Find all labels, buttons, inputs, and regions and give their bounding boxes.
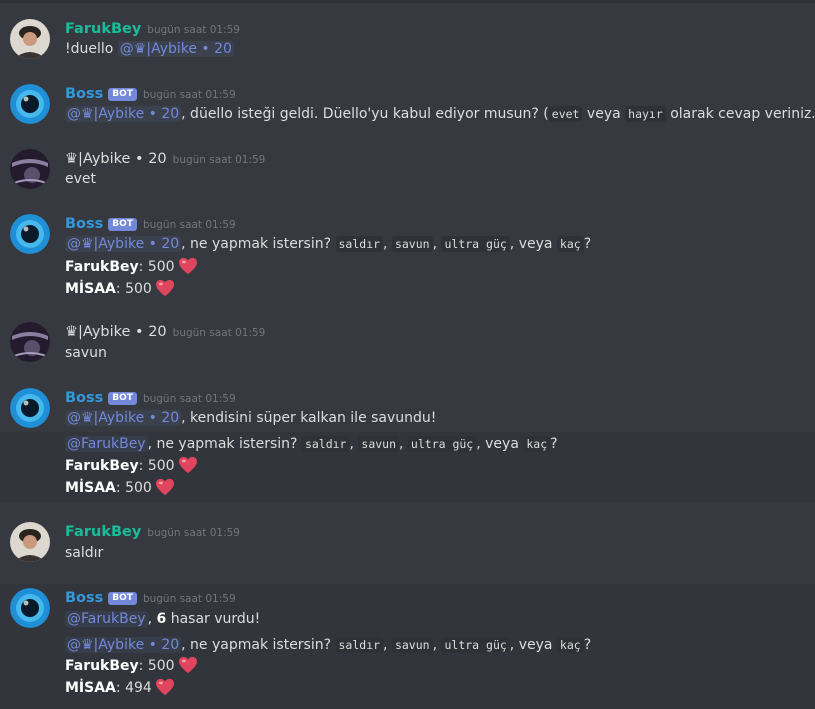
avatar-aybike[interactable]	[10, 322, 50, 362]
inline-code: savun	[358, 436, 400, 452]
avatar-farukbey[interactable]	[10, 19, 50, 59]
bot-tag: BOT	[108, 392, 137, 405]
timestamp: bugün saat 01:59	[142, 393, 236, 405]
inline-code: saldır	[335, 637, 384, 653]
inline-code: kaç	[556, 637, 584, 653]
hp-value: : 500	[138, 259, 175, 275]
message-content: savun	[65, 345, 107, 361]
hp-line: FarukBey: 500	[65, 455, 198, 477]
username[interactable]: Boss	[65, 86, 103, 102]
inline-code: ultra güç	[441, 637, 510, 653]
message-content: saldır	[65, 545, 104, 561]
avatar-farukbey[interactable]	[10, 522, 50, 562]
username[interactable]: ♛|Aybike • 20	[65, 151, 167, 167]
chat-message-list: FarukBey bugün saat 01:59 !duello @♛|Aybi…	[0, 0, 815, 709]
player-name: FarukBey	[65, 658, 139, 674]
heart-icon	[155, 279, 174, 297]
heart-icon	[178, 257, 197, 275]
bot-tag: BOT	[108, 592, 137, 605]
hp-line: MİSAA: 494	[65, 677, 175, 699]
player-name: FarukBey	[65, 259, 139, 275]
user-mention[interactable]: @♛|Aybike • 20	[65, 637, 182, 653]
avatar-boss[interactable]	[10, 588, 50, 628]
username[interactable]: Boss	[65, 216, 103, 232]
hp-line: MİSAA: 500	[65, 278, 175, 300]
inline-code: kaç	[523, 436, 551, 452]
user-mention[interactable]: @♛|Aybike • 20	[65, 106, 182, 122]
heart-icon	[178, 656, 197, 674]
timestamp: bugün saat 01:59	[142, 593, 236, 605]
username[interactable]: FarukBey	[65, 21, 141, 37]
inline-code: kaç	[556, 236, 584, 252]
message-content: @♛|Aybike • 20, ne yapmak istersin? sald…	[65, 637, 592, 653]
message-content: @♛|Aybike • 20, düello isteği geldi. Düe…	[65, 106, 815, 122]
user-mention[interactable]: @FarukBey	[65, 436, 148, 452]
player-name: MİSAA	[65, 480, 116, 496]
avatar-aybike[interactable]	[10, 149, 50, 189]
username[interactable]: ♛|Aybike • 20	[65, 324, 167, 340]
timestamp: bugün saat 01:59	[147, 527, 240, 539]
message-content: !duello @♛|Aybike • 20	[65, 41, 234, 57]
message-content: evet	[65, 171, 97, 187]
inline-code: ultra güç	[441, 236, 510, 252]
player-name: FarukBey	[65, 458, 139, 474]
timestamp: bugün saat 01:59	[172, 327, 266, 339]
message-content: @♛|Aybike • 20, kendisini süper kalkan i…	[65, 410, 437, 426]
user-mention[interactable]: @♛|Aybike • 20	[117, 41, 234, 57]
avatar-boss[interactable]	[10, 388, 50, 428]
timestamp: bugün saat 01:59	[142, 219, 236, 231]
hp-value: : 500	[115, 281, 152, 297]
message-content: @♛|Aybike • 20, ne yapmak istersin? sald…	[65, 236, 592, 252]
heart-icon	[155, 678, 174, 696]
timestamp: bugün saat 01:59	[142, 89, 236, 101]
hp-value: : 500	[138, 458, 175, 474]
inline-code: hayır	[625, 106, 666, 122]
heart-icon	[155, 478, 174, 496]
heart-icon	[178, 456, 197, 474]
damage-value: 6	[156, 611, 167, 627]
bot-tag: BOT	[108, 218, 137, 231]
user-mention[interactable]: @♛|Aybike • 20	[65, 236, 182, 252]
message-content: @FarukBey, 6 hasar vurdu!	[65, 611, 261, 627]
avatar-boss[interactable]	[10, 84, 50, 124]
hp-line: MİSAA: 500	[65, 477, 175, 499]
username[interactable]: FarukBey	[65, 524, 141, 540]
inline-code: savun	[391, 637, 433, 653]
timestamp: bugün saat 01:59	[172, 154, 266, 166]
inline-code: ultra güç	[407, 436, 477, 452]
hp-value: : 494	[115, 680, 152, 696]
user-mention[interactable]: @♛|Aybike • 20	[65, 410, 182, 426]
player-name: MİSAA	[65, 680, 116, 696]
hp-line: FarukBey: 500	[65, 655, 198, 677]
player-name: MİSAA	[65, 281, 116, 297]
avatar-boss[interactable]	[10, 214, 50, 254]
inline-code: evet	[548, 106, 583, 122]
hp-value: : 500	[115, 480, 152, 496]
hp-value: : 500	[138, 658, 175, 674]
hp-line: FarukBey: 500	[65, 256, 198, 278]
inline-code: saldır	[335, 236, 384, 252]
username[interactable]: Boss	[65, 390, 103, 406]
bot-tag: BOT	[108, 88, 137, 101]
inline-code: saldır	[301, 436, 350, 452]
username[interactable]: Boss	[65, 590, 103, 606]
user-mention[interactable]: @FarukBey	[65, 611, 148, 627]
message-content: @FarukBey, ne yapmak istersin? saldır, s…	[65, 436, 558, 452]
inline-code: savun	[391, 236, 433, 252]
timestamp: bugün saat 01:59	[147, 24, 240, 36]
